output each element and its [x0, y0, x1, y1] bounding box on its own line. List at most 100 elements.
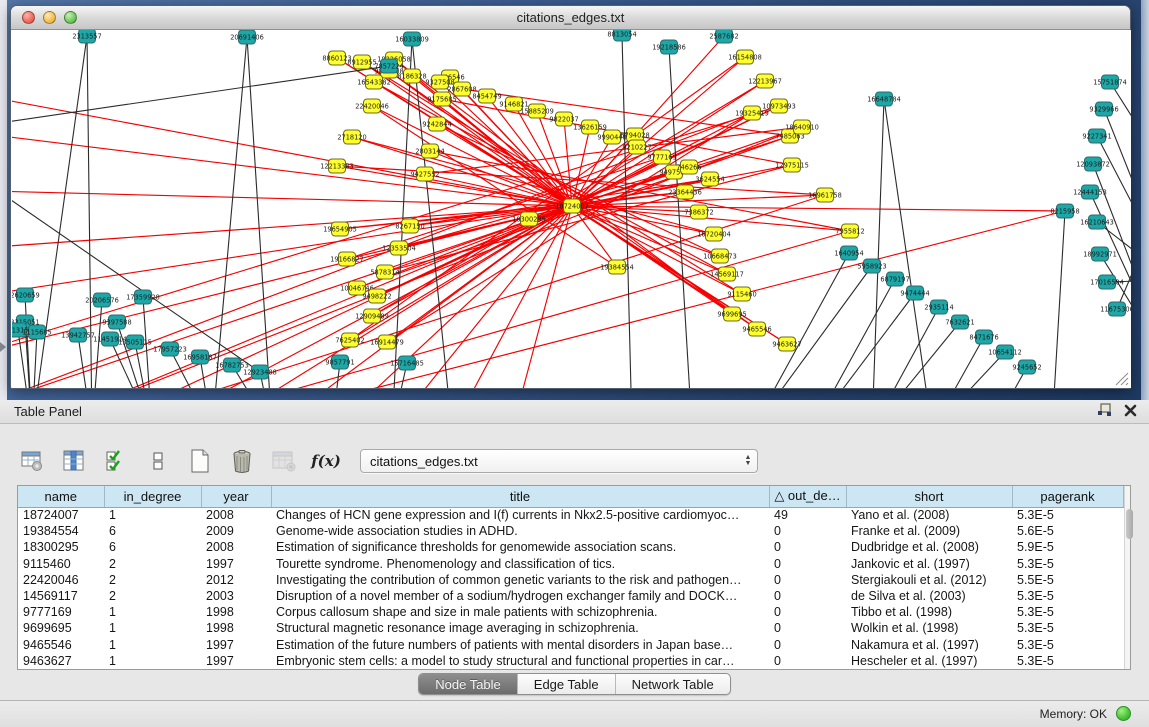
tab-node-table[interactable]: Node Table [419, 674, 518, 694]
column-header[interactable]: name [18, 486, 104, 507]
table-row[interactable]: 1938455462009Genome-wide association stu… [18, 523, 1123, 539]
table-vertical-scrollbar[interactable] [1124, 486, 1131, 669]
column-header[interactable]: in_degree [104, 486, 201, 507]
splitter-collapse-arrow[interactable] [0, 342, 6, 352]
svg-text:18992971: 18992971 [1083, 250, 1117, 258]
svg-text:6879197: 6879197 [880, 275, 909, 283]
memory-status-led[interactable] [1116, 706, 1131, 721]
svg-text:2803144: 2803144 [415, 147, 444, 155]
svg-text:22420046: 22420046 [355, 102, 389, 110]
status-bar: Memory: OK [0, 700, 1149, 727]
svg-text:13505115: 13505115 [118, 338, 152, 346]
svg-text:13626159: 13626159 [573, 123, 607, 131]
column-header[interactable]: pagerank [1012, 486, 1123, 507]
table-toolbar: f(x) citations_edges.txt ▲▼ [18, 444, 758, 478]
svg-text:16961758: 16961758 [808, 191, 842, 199]
new-table-icon[interactable] [186, 447, 214, 475]
svg-text:16720404: 16720404 [697, 230, 731, 238]
svg-text:8912955: 8912955 [347, 58, 376, 66]
svg-text:9474444: 9474444 [900, 289, 929, 297]
svg-text:7955812: 7955812 [835, 227, 864, 235]
svg-text:7386372: 7386372 [684, 208, 713, 216]
delete-rows-trash-icon[interactable] [228, 447, 256, 475]
table-selector-dropdown[interactable]: citations_edges.txt ▲▼ [360, 449, 758, 473]
table-type-tabs: Node TableEdge TableNetwork Table [418, 673, 731, 695]
svg-text:17957223: 17957223 [153, 345, 187, 353]
svg-text:9427552: 9427552 [410, 170, 439, 178]
svg-text:9463627: 9463627 [772, 340, 801, 348]
scrollbar-thumb[interactable] [1126, 509, 1133, 539]
row-height-icon[interactable] [144, 447, 172, 475]
tab-network-table[interactable]: Network Table [616, 674, 730, 694]
table-row[interactable]: 977716911998Corpus callosum shape and si… [18, 604, 1123, 620]
svg-text:7632621: 7632621 [945, 318, 974, 326]
svg-text:16154808: 16154808 [728, 53, 762, 61]
svg-text:2587682: 2587682 [709, 32, 738, 40]
svg-text:15885209: 15885209 [520, 107, 554, 115]
svg-text:9245652: 9245652 [1012, 363, 1041, 371]
delete-table-icon-disabled [270, 447, 298, 475]
network-view-window[interactable]: citations_edges.txt 18724007886012389129… [10, 5, 1131, 389]
svg-text:10668473: 10668473 [703, 252, 737, 260]
adjacent-window-edge [1141, 0, 1149, 400]
network-canvas-svg: 1872400788601238912955182260589827508165… [12, 30, 1131, 388]
function-builder-icon[interactable]: f(x) [312, 447, 340, 475]
tab-edge-table[interactable]: Edge Table [518, 674, 616, 694]
svg-text:2313557: 2313557 [72, 32, 101, 40]
table-row[interactable]: 946362711997Embryonic stem cells: a mode… [18, 653, 1123, 669]
svg-text:18300295: 18300295 [512, 215, 546, 223]
close-panel-icon[interactable] [1124, 404, 1137, 417]
table-row[interactable]: 969969511998Structural magnetic resonanc… [18, 620, 1123, 636]
select-columns-icon[interactable] [102, 447, 130, 475]
table-row[interactable]: 911546021997Tourette syndrome. Phenomeno… [18, 556, 1123, 572]
svg-text:20691406: 20691406 [230, 33, 264, 41]
table-row[interactable]: 2242004622012Investigating the contribut… [18, 572, 1123, 588]
svg-text:8813054: 8813054 [607, 30, 636, 38]
window-resize-grip[interactable] [1115, 372, 1129, 386]
column-header[interactable]: △ out_de… [769, 486, 846, 507]
svg-text:14569117: 14569117 [710, 270, 744, 278]
svg-text:9242844: 9242844 [422, 120, 451, 128]
svg-text:12213383: 12213383 [320, 162, 354, 170]
svg-text:10654112: 10654112 [988, 348, 1022, 356]
table-row[interactable]: 1872400712008Changes of HCN gene express… [18, 507, 1123, 523]
column-header[interactable]: title [271, 486, 769, 507]
table-row[interactable]: 1456911722003Disruption of a novel membe… [18, 588, 1123, 604]
column-chooser-icon[interactable] [60, 447, 88, 475]
svg-text:23364436: 23364436 [668, 188, 702, 196]
svg-text:8267150: 8267150 [395, 222, 424, 230]
svg-text:16210643: 16210643 [1080, 218, 1114, 226]
column-header[interactable]: year [201, 486, 271, 507]
svg-text:16543382: 16543382 [357, 78, 391, 86]
table-row[interactable]: 1830029562008Estimation of significance … [18, 539, 1123, 555]
svg-text:7857224: 7857224 [374, 62, 403, 70]
svg-text:12093872: 12093872 [1076, 160, 1110, 168]
svg-text:9465546: 9465546 [742, 325, 771, 333]
float-panel-icon[interactable] [1097, 403, 1112, 417]
svg-text:9777169: 9777169 [647, 153, 676, 161]
svg-text:9115460: 9115460 [727, 290, 756, 298]
table-header-row: namein_degreeyeartitle△ out_de…shortpage… [18, 486, 1123, 507]
svg-text:8186328: 8186328 [397, 72, 426, 80]
svg-text:7625402: 7625402 [335, 336, 364, 344]
network-window-titlebar[interactable]: citations_edges.txt [11, 6, 1130, 30]
svg-text:8454749: 8454749 [472, 92, 501, 100]
svg-text:19166827: 19166827 [330, 255, 364, 263]
svg-text:9397588: 9397588 [102, 318, 131, 326]
svg-text:9329966: 9329966 [1089, 105, 1118, 113]
network-canvas[interactable]: 1872400788601238912955182260589827508165… [12, 30, 1131, 388]
table-row[interactable]: 946554611997Estimation of the future num… [18, 637, 1123, 653]
table-settings-icon[interactable] [18, 447, 46, 475]
svg-text:19218586: 19218586 [652, 43, 686, 51]
svg-text:12975115: 12975115 [775, 161, 809, 169]
svg-text:9699695: 9699695 [717, 310, 746, 318]
svg-text:11675306: 11675306 [1100, 305, 1131, 313]
svg-text:12444153: 12444153 [1073, 188, 1107, 196]
svg-text:8471676: 8471676 [969, 333, 998, 341]
svg-text:12353504: 12353504 [382, 244, 416, 252]
svg-text:15751874: 15751874 [1093, 78, 1127, 86]
column-header[interactable]: short [846, 486, 1012, 507]
svg-text:3624554: 3624554 [695, 175, 724, 183]
svg-text:17359928: 17359928 [126, 293, 160, 301]
svg-text:5958923: 5958923 [857, 262, 886, 270]
